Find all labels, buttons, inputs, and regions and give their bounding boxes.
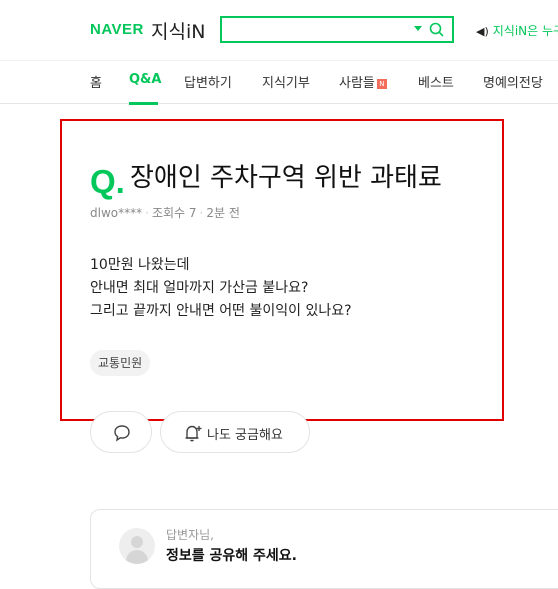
jisikin-logo[interactable]: 지식iN bbox=[151, 17, 205, 44]
tab-people[interactable]: 사람들 N bbox=[339, 72, 387, 91]
tab-home[interactable]: 홈 bbox=[90, 72, 102, 91]
top-header: NAVER 지식iN ◀) 지식iN은 누구 bbox=[0, 0, 558, 60]
promo-text: 지식iN은 누구 bbox=[492, 24, 558, 38]
new-badge: N bbox=[376, 78, 387, 89]
curious-label: 나도 궁금해요 bbox=[207, 428, 283, 443]
highlight-box bbox=[60, 119, 504, 421]
main-nav: 홈 Q&A 답변하기 지식기부 사람들 N 베스트 명예의전당 bbox=[0, 60, 558, 105]
tab-answer[interactable]: 답변하기 bbox=[184, 72, 232, 91]
search-icon[interactable] bbox=[429, 22, 444, 37]
tab-best[interactable]: 베스트 bbox=[418, 72, 454, 91]
naver-logo[interactable]: NAVER bbox=[90, 21, 144, 38]
comment-button[interactable] bbox=[90, 411, 152, 453]
comment-icon bbox=[114, 425, 130, 442]
search-input[interactable] bbox=[220, 16, 454, 43]
answer-prompt-text: 정보를 공유해 주세요. bbox=[166, 548, 297, 564]
active-tab-indicator bbox=[129, 102, 158, 105]
answer-prompt-card[interactable]: 답변자님, 정보를 공유해 주세요. bbox=[90, 509, 558, 589]
bell-plus-icon bbox=[185, 425, 202, 442]
tab-hall-of-fame[interactable]: 명예의전당 bbox=[483, 72, 543, 91]
tab-people-label: 사람들 bbox=[339, 76, 375, 91]
chevron-down-icon[interactable] bbox=[414, 26, 422, 31]
promo-link[interactable]: ◀) 지식iN은 누구 bbox=[476, 22, 558, 39]
curious-button[interactable]: 나도 궁금해요 bbox=[160, 411, 310, 453]
avatar bbox=[119, 528, 155, 564]
tab-donation[interactable]: 지식기부 bbox=[262, 72, 310, 91]
speaker-icon: ◀) bbox=[476, 25, 489, 38]
tab-qna[interactable]: Q&A bbox=[129, 72, 161, 87]
answerer-label: 답변자님, bbox=[166, 528, 214, 542]
